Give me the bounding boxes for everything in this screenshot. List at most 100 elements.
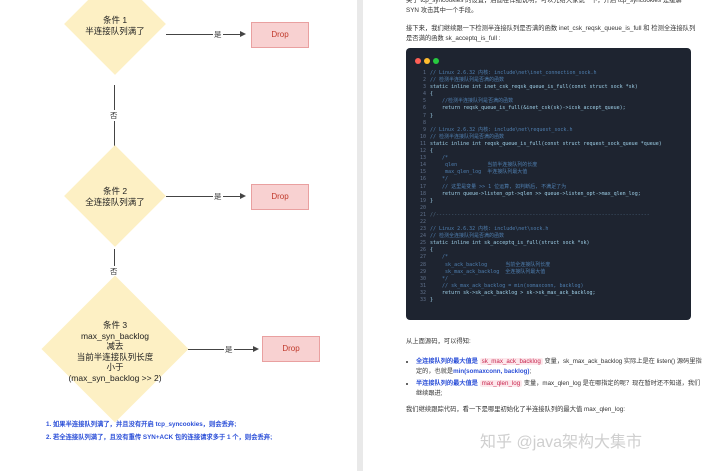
yes-edge-2 [166, 196, 241, 197]
window-minimize-dot [424, 58, 430, 64]
condition-3-line-2: 减去 [106, 341, 124, 351]
note-2: 2. 若全连接队列满了，且没有重传 SYN+ACK 包的连接请求多于 1 个，则… [46, 434, 273, 441]
code-line-number: 14 [419, 162, 426, 169]
intro-paragraph: 接下来，我们继续跟一下检测半连接队列是否满的函数 inet_csk_reqsk_… [406, 25, 696, 42]
code-line-number: 27 [419, 254, 426, 261]
code-line-text: } [430, 112, 434, 119]
code-line-number: 1 [422, 70, 426, 76]
code-line: 8 [414, 120, 662, 127]
code-line-text: max_qlen_log 半连接队列最大值 [430, 169, 528, 176]
code-line-number: 8 [422, 119, 426, 126]
right-page: 关于 tcp_syncookies 的设置，后面在详细说明，可以先给大家说一下，… [363, 0, 720, 471]
code-line-number: 29 [419, 268, 426, 275]
no-label-1: 否 [109, 110, 119, 121]
code-line: 22 [414, 219, 662, 226]
condition-3-line-3: 当前半连接队列长度 [76, 351, 154, 362]
code-line-text: */ [430, 275, 449, 282]
code-line-text: } [430, 197, 434, 204]
yes-label-2: 是 [213, 191, 223, 202]
code-line-number: 15 [419, 169, 426, 176]
code-line: 12 { [414, 148, 662, 155]
yes-edge-3 [188, 349, 254, 350]
code-line-text: return queue->listen_opt->qlen >> queue-… [430, 190, 641, 197]
code-line-number: 30 [419, 275, 426, 282]
code-line: 33} [414, 297, 662, 304]
code-line: 7} [414, 113, 662, 120]
window-close-dot [415, 58, 421, 64]
code-line: 28 sk_ack_backlog 当前全连接队列长度 [414, 262, 662, 269]
drop-box-2: Drop [251, 184, 309, 210]
code-line-number: 17 [419, 183, 426, 190]
code-line: 11 static inline int reqsk_queue_is_full(… [414, 141, 662, 148]
code-line: 6 return reqsk_queue_is_full(&inet_csk(s… [414, 105, 662, 112]
condition-1-text: 条件 1 半连接队列满了 [70, 15, 160, 37]
code-line-number: 19 [419, 197, 426, 204]
condition-3-line-4: 小于 [106, 362, 124, 372]
code-line: 5 //检测半连接队列是否满的函数 [414, 98, 662, 105]
left-page: 条件 1 半连接队列满了 是 Drop 否 条件 2 全连接队列满了 是 Dro… [0, 0, 357, 471]
condition-1-desc: 半连接队列满了 [85, 26, 145, 36]
condition-2-title: 条件 2 [102, 186, 128, 196]
code-line: 19} [414, 198, 662, 205]
code-line: 31 // sk_max_ack_backlog = min(somaxconn… [414, 283, 662, 290]
code-line-number: 12 [419, 148, 426, 155]
code-line-text: // Linux 2.6.32 内核: include\net\sock.h [430, 226, 549, 233]
code-line-number: 16 [419, 176, 426, 183]
code-line-text: static inline int sk_acceptq_is_full(str… [430, 240, 590, 247]
code-line-number: 7 [422, 112, 426, 119]
code-line: 27 /* [414, 254, 662, 261]
code-line: 32 return sk->sk_ack_backlog > sk->sk_ma… [414, 290, 662, 297]
code-line-number: 24 [419, 233, 426, 240]
code-line: 2 // 检测半连接队列是否满的函数 [414, 77, 662, 84]
arrow-2 [240, 193, 246, 199]
code-line-number: 20 [419, 204, 426, 211]
code-line-number: 4 [422, 91, 426, 98]
code-line-text: /* [430, 155, 449, 162]
code-line-text: /* [430, 254, 449, 261]
closing-paragraph: 我们继续跟踪代码，看一下是哪里初始化了半连接队列的最大值 max_qlen_lo… [406, 406, 626, 413]
code-line-text: sk_ack_backlog 当前全连接队列长度 [430, 261, 551, 268]
code-line-number: 26 [419, 247, 426, 254]
code-line: 18 return queue->listen_opt->qlen >> que… [414, 191, 662, 198]
code-lines: 1 // Linux 2.6.32 内核: include\net\inet_co… [414, 70, 662, 304]
code-line-number: 21 [419, 211, 426, 218]
bullet-2: 半连接队列的最大值是 max_qlen_log 变量，max_qlen_log … [416, 379, 706, 399]
code-line-number: 18 [419, 190, 426, 197]
code-line-text: return reqsk_queue_is_full(&inet_csk(sk)… [430, 105, 626, 112]
code-line: 20 [414, 205, 662, 212]
condition-1-title: 条件 1 [102, 15, 128, 25]
code-line-number: 5 [422, 98, 426, 105]
condition-3-text: 条件 3 max_syn_backlog 减去 当前半连接队列长度 小于 (ma… [55, 320, 175, 383]
code-line-text: // Linux 2.6.32 内核: include\net\request_… [430, 126, 573, 133]
arrow-3 [253, 346, 259, 352]
code-line-number: 33 [419, 297, 426, 303]
code-line-text: // 检测半连接队列是否满的函数 [430, 133, 505, 140]
code-line-text: qlen 当前半连接队列的长度 [430, 162, 538, 169]
code-line-text: // sk_max_ack_backlog = min(somaxconn, b… [430, 282, 584, 289]
code-line: 29 sk_max_ack_backlog 全连接队列最大值 [414, 269, 662, 276]
code-line-number: 22 [419, 218, 426, 225]
code-line: 24 // 检测全连接队列是否满的函数 [414, 233, 662, 240]
bullet-1-strong: min(somaxconn, backlog) [453, 368, 530, 375]
bullet-1: 全连接队列的最大值是 sk_max_ack_backlog 变量，sk_max_… [416, 357, 706, 377]
code-line: 10 // 检测半连接队列是否满的函数 [414, 134, 662, 141]
code-line-text: //检测半连接队列是否满的函数 [430, 98, 514, 105]
code-line-number: 2 [422, 77, 426, 84]
code-line-number: 32 [419, 289, 426, 296]
code-line-text: */ [430, 176, 449, 183]
code-line: 25 static inline int sk_acceptq_is_full(s… [414, 240, 662, 247]
code-line-number: 31 [419, 282, 426, 289]
condition-3-line-1: max_syn_backlog [80, 330, 150, 341]
condition-3-title: 条件 3 [102, 320, 128, 330]
flowchart-notes: 1. 如果半连接队列满了，并且没有开启 tcp_syncookies，则会丢弃;… [46, 418, 272, 444]
code-line-text: { [430, 91, 434, 98]
drop-box-1: Drop [251, 22, 309, 48]
condition-3-line-5: (max_syn_backlog >> 2) [68, 372, 162, 383]
after-code-text: 从上面源码，可以得知: [406, 338, 471, 345]
bullet-2-var: max_qlen_log [479, 380, 523, 387]
yes-edge-1 [166, 34, 241, 35]
bullet-1-tail: ; [529, 368, 532, 375]
code-line-text: } [430, 297, 434, 303]
code-line: 21 //------------------------------------… [414, 212, 662, 219]
condition-2-desc: 全连接队列满了 [85, 197, 145, 207]
